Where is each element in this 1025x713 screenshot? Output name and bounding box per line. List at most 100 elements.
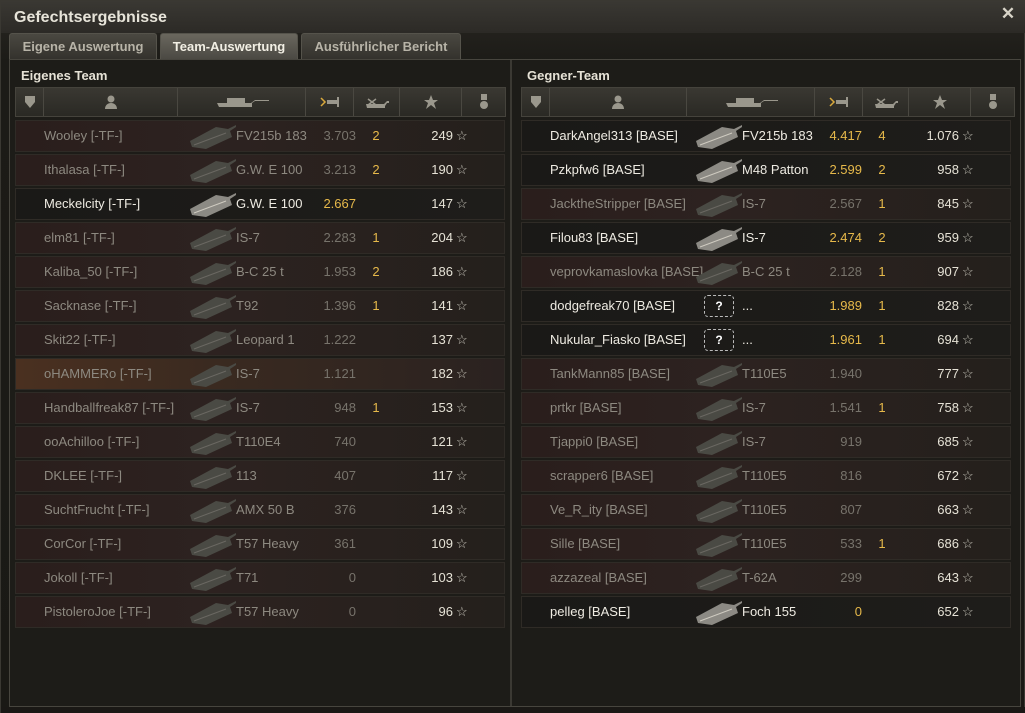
vehicle-image xyxy=(186,121,238,151)
player-row[interactable]: DKLEE [-TF-] 113 407 117 ☆ xyxy=(15,460,505,492)
player-row[interactable]: scrapper6 [BASE] T110E5 816 672 ☆ xyxy=(521,460,1011,492)
sort-xp-column[interactable] xyxy=(909,88,971,116)
sort-kills-column[interactable] xyxy=(354,88,400,116)
sort-damage-column[interactable] xyxy=(306,88,354,116)
damage-value: 2.128 xyxy=(829,264,862,279)
player-row[interactable]: Ithalasa [-TF-] G.W. E 100 3.213 2 190 ☆ xyxy=(15,154,505,186)
star-icon: ☆ xyxy=(456,502,468,517)
player-icon xyxy=(104,95,117,109)
sort-rank-column[interactable] xyxy=(522,88,550,116)
player-name: Wooley [-TF-] xyxy=(44,128,123,143)
sort-vehicle-column[interactable] xyxy=(178,88,306,116)
player-row[interactable]: ooAchilloo [-TF-] T110E4 740 121 ☆ xyxy=(15,426,505,458)
kills-value: 1 xyxy=(372,230,380,245)
xp-value: 959 xyxy=(937,230,959,245)
player-row[interactable]: azzazeal [BASE] T-62A 299 643 ☆ xyxy=(521,562,1011,594)
battle-results-window: Gefechtsergebnisse ✕ Eigene Auswertung T… xyxy=(0,0,1025,713)
player-row[interactable]: Filou83 [BASE] IS-7 2.474 2 959 ☆ xyxy=(521,222,1011,254)
tank-icon xyxy=(190,431,236,455)
player-row[interactable]: Sacknase [-TF-] T92 1.396 1 141 ☆ xyxy=(15,290,505,322)
player-row[interactable]: Skit22 [-TF-] Leopard 1 1.222 137 ☆ xyxy=(15,324,505,356)
star-icon: ☆ xyxy=(456,536,468,551)
player-row[interactable]: Meckelcity [-TF-] G.W. E 100 2.667 147 ☆ xyxy=(15,188,505,220)
tank-icon xyxy=(696,193,742,217)
player-name: dodgefreak70 [BASE] xyxy=(550,298,676,313)
player-row[interactable]: Pzkpfw6 [BASE] M48 Patton 2.599 2 958 ☆ xyxy=(521,154,1011,186)
player-name: CorCor [-TF-] xyxy=(44,536,122,551)
tank-icon xyxy=(696,397,742,421)
damage-value: 2.283 xyxy=(323,230,356,245)
sort-player-column[interactable] xyxy=(550,88,687,116)
player-name: scrapper6 [BASE] xyxy=(550,468,654,483)
xp-value: 109 xyxy=(431,536,453,551)
tank-icon xyxy=(725,98,778,107)
vehicle-image xyxy=(186,189,238,219)
star-icon: ☆ xyxy=(962,230,974,245)
vehicle-image xyxy=(186,563,238,593)
sort-vehicle-column[interactable] xyxy=(687,88,815,116)
player-row[interactable]: Jokoll [-TF-] T71 0 103 ☆ xyxy=(15,562,505,594)
player-row[interactable]: prtkr [BASE] IS-7 1.541 1 758 ☆ xyxy=(521,392,1011,424)
sort-medal-column[interactable] xyxy=(462,88,505,116)
sort-player-column[interactable] xyxy=(44,88,178,116)
close-icon[interactable]: ✕ xyxy=(1000,5,1016,22)
xp-value: 147 xyxy=(431,196,453,211)
kills-value: 2 xyxy=(878,162,886,177)
xp-value: 958 xyxy=(937,162,959,177)
player-row[interactable]: DarkAngel313 [BASE] FV215b 183 4.417 4 1.076… xyxy=(521,120,1011,152)
player-name: elm81 [-TF-] xyxy=(44,230,115,245)
player-row[interactable]: Handballfreak87 [-TF-] IS-7 948 1 153 ☆ xyxy=(15,392,505,424)
player-row[interactable]: Nukular_Fiasko [BASE]?... 1.961 1 694 ☆ xyxy=(521,324,1011,356)
kills-value: 2 xyxy=(372,128,380,143)
player-row[interactable]: elm81 [-TF-] IS-7 2.283 1 204 ☆ xyxy=(15,222,505,254)
star-icon: ☆ xyxy=(962,434,974,449)
star-icon: ☆ xyxy=(456,128,468,143)
player-row[interactable]: PistoleroJoe [-TF-] T57 Heavy 0 96 ☆ xyxy=(15,596,505,628)
vehicle-image: ? xyxy=(692,325,744,355)
player-row[interactable]: Kaliba_50 [-TF-] B-C 25 t 1.953 2 186 ☆ xyxy=(15,256,505,288)
player-row[interactable]: dodgefreak70 [BASE]?... 1.989 1 828 ☆ xyxy=(521,290,1011,322)
star-icon xyxy=(932,95,947,109)
vehicle-image xyxy=(692,529,744,559)
sort-medal-column[interactable] xyxy=(971,88,1014,116)
vehicle-image: ? xyxy=(692,291,744,321)
sort-rank-column[interactable] xyxy=(16,88,44,116)
damage-value: 1.940 xyxy=(829,366,862,381)
player-row[interactable]: Wooley [-TF-] FV215b 183 3.703 2 249 ☆ xyxy=(15,120,505,152)
tank-icon xyxy=(190,295,236,319)
player-row[interactable]: SuchtFrucht [-TF-] AMX 50 B 376 143 ☆ xyxy=(15,494,505,526)
vehicle-image xyxy=(692,427,744,457)
player-row[interactable]: veprovkamaslovka [BASE] B-C 25 t 2.128 1 907… xyxy=(521,256,1011,288)
sort-xp-column[interactable] xyxy=(400,88,462,116)
player-name: Nukular_Fiasko [BASE] xyxy=(550,332,686,347)
xp-value: 96 xyxy=(438,604,453,619)
player-row[interactable]: JacktheStripper [BASE] IS-7 2.567 1 845 ☆ xyxy=(521,188,1011,220)
tank-icon xyxy=(696,125,742,149)
kills-value xyxy=(361,325,391,355)
star-icon: ☆ xyxy=(962,332,974,347)
player-row[interactable]: pelleg [BASE] Foch 155 0 652 ☆ xyxy=(521,596,1011,628)
player-row[interactable]: TankMann85 [BASE] T110E5 1.940 777 ☆ xyxy=(521,358,1011,390)
player-name: Jokoll [-TF-] xyxy=(44,570,113,585)
player-row[interactable]: Tjappi0 [BASE] IS-7 919 685 ☆ xyxy=(521,426,1011,458)
player-name: prtkr [BASE] xyxy=(550,400,622,415)
xp-value: 204 xyxy=(431,230,453,245)
star-icon: ☆ xyxy=(962,162,974,177)
sort-kills-column[interactable] xyxy=(863,88,909,116)
damage-value: 3.703 xyxy=(323,128,356,143)
tab-detailed-report[interactable]: Ausführlicher Bericht xyxy=(301,33,461,59)
vehicle-image xyxy=(692,155,744,185)
player-row[interactable]: oHAMMERo [-TF-] IS-7 1.121 182 ☆ xyxy=(15,358,505,390)
medal-icon xyxy=(988,94,997,109)
tab-team-evaluation[interactable]: Team-Auswertung xyxy=(160,33,298,59)
player-row[interactable]: Sille [BASE] T110E5 533 1 686 ☆ xyxy=(521,528,1011,560)
tab-own-evaluation[interactable]: Eigene Auswertung xyxy=(9,33,157,59)
kills-value: 2 xyxy=(878,230,886,245)
player-name: SuchtFrucht [-TF-] xyxy=(44,502,150,517)
kills-value: 1 xyxy=(878,400,886,415)
player-row[interactable]: Ve_R_ity [BASE] T110E5 807 663 ☆ xyxy=(521,494,1011,526)
player-row[interactable]: CorCor [-TF-] T57 Heavy 361 109 ☆ xyxy=(15,528,505,560)
kills-value: 1 xyxy=(372,298,380,313)
sort-damage-column[interactable] xyxy=(815,88,863,116)
xp-value: 663 xyxy=(937,502,959,517)
